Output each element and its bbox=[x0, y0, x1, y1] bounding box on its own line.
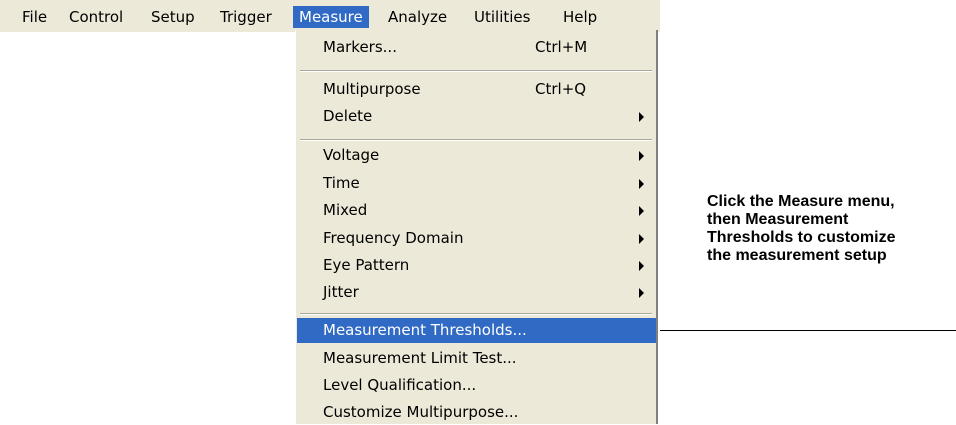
menu-item-voltage[interactable]: Voltage bbox=[297, 143, 656, 168]
menu-item-label: Measurement Limit Test... bbox=[323, 349, 517, 367]
menu-control[interactable]: Control bbox=[63, 6, 129, 28]
submenu-arrow-icon bbox=[639, 179, 644, 189]
menu-item-measurement-thresholds[interactable]: Measurement Thresholds... bbox=[297, 318, 656, 343]
menu-item-time[interactable]: Time bbox=[297, 171, 656, 196]
menu-separator bbox=[300, 139, 652, 141]
callout-line bbox=[660, 330, 956, 331]
menu-file[interactable]: File bbox=[16, 6, 53, 28]
submenu-arrow-icon bbox=[639, 261, 644, 271]
submenu-arrow-icon bbox=[639, 288, 644, 298]
menu-bar: File Control Setup Trigger Measure Analy… bbox=[0, 0, 660, 32]
menu-utilities[interactable]: Utilities bbox=[468, 6, 536, 28]
menu-item-measurement-limit-test[interactable]: Measurement Limit Test... bbox=[297, 346, 656, 371]
menu-analyze[interactable]: Analyze bbox=[382, 6, 453, 28]
menu-item-label: Measurement Thresholds... bbox=[323, 321, 527, 339]
menu-item-label: Time bbox=[323, 174, 360, 192]
menu-item-label: Mixed bbox=[323, 201, 368, 219]
menu-item-label: Frequency Domain bbox=[323, 229, 464, 247]
menu-item-shortcut: Ctrl+Q bbox=[535, 80, 587, 98]
menu-item-frequency-domain[interactable]: Frequency Domain bbox=[297, 226, 656, 251]
menu-item-label: Delete bbox=[323, 107, 373, 125]
menu-item-customize-multipurpose[interactable]: Customize Multipurpose... bbox=[297, 400, 656, 425]
menu-item-label: Jitter bbox=[323, 283, 359, 301]
menu-item-label: Markers... bbox=[323, 38, 397, 56]
menu-item-delete[interactable]: Delete bbox=[297, 104, 656, 129]
menu-item-mixed[interactable]: Mixed bbox=[297, 198, 656, 223]
menu-separator bbox=[300, 70, 652, 72]
menu-item-jitter[interactable]: Jitter bbox=[297, 280, 656, 305]
menu-item-label: Customize Multipurpose... bbox=[323, 403, 519, 421]
menu-measure[interactable]: Measure bbox=[293, 6, 369, 28]
menu-item-eye-pattern[interactable]: Eye Pattern bbox=[297, 253, 656, 278]
menu-item-label: Multipurpose bbox=[323, 80, 421, 98]
menu-item-level-qualification[interactable]: Level Qualification... bbox=[297, 373, 656, 398]
menu-setup[interactable]: Setup bbox=[145, 6, 201, 28]
menu-item-label: Voltage bbox=[323, 146, 380, 164]
submenu-arrow-icon bbox=[639, 234, 644, 244]
menu-help[interactable]: Help bbox=[557, 6, 603, 28]
menu-item-multipurpose[interactable]: Multipurpose Ctrl+Q bbox=[297, 77, 656, 102]
callout-annotation: Click the Measure menu, then Measurement… bbox=[707, 193, 896, 264]
menu-item-label: Level Qualification... bbox=[323, 376, 477, 394]
menu-item-markers[interactable]: Markers... Ctrl+M bbox=[297, 35, 656, 60]
submenu-arrow-icon bbox=[639, 151, 644, 161]
menu-separator bbox=[300, 313, 652, 315]
measure-dropdown-menu: Markers... Ctrl+M Multipurpose Ctrl+Q De… bbox=[295, 30, 658, 424]
menu-trigger[interactable]: Trigger bbox=[214, 6, 278, 28]
menu-item-label: Eye Pattern bbox=[323, 256, 410, 274]
menu-item-shortcut: Ctrl+M bbox=[535, 38, 588, 56]
submenu-arrow-icon bbox=[639, 112, 644, 122]
submenu-arrow-icon bbox=[639, 206, 644, 216]
